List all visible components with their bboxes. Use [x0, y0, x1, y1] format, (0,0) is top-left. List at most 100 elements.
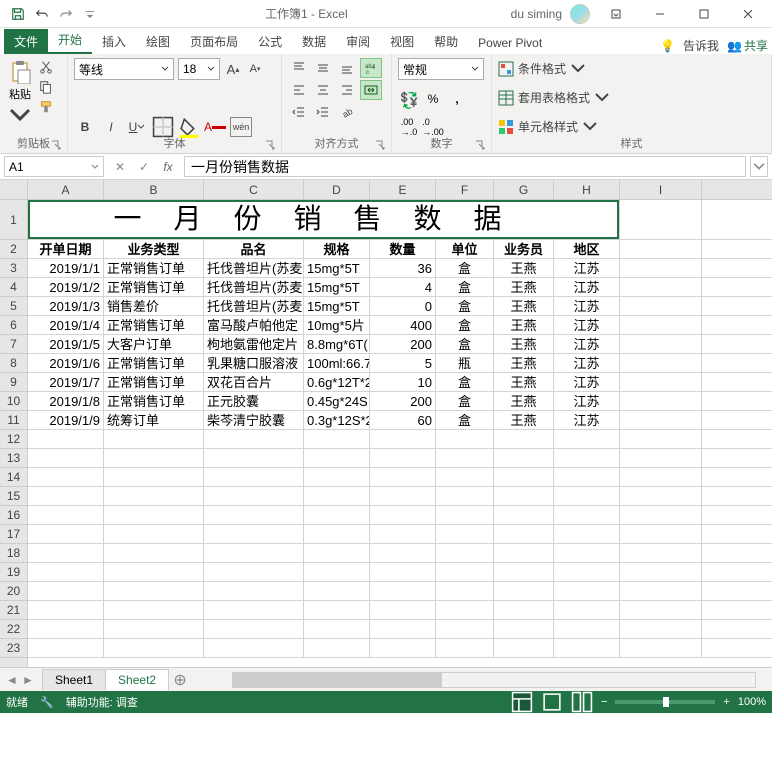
- data-cell[interactable]: 60: [370, 411, 436, 429]
- empty-cell[interactable]: [436, 449, 494, 467]
- format-as-table-button[interactable]: 套用表格格式: [498, 87, 765, 108]
- empty-cell[interactable]: [104, 620, 204, 638]
- empty-cell[interactable]: [204, 544, 304, 562]
- copy-button[interactable]: [36, 78, 56, 96]
- data-cell[interactable]: 盒: [436, 392, 494, 410]
- empty-cell[interactable]: [104, 468, 204, 486]
- data-cell[interactable]: 2019/1/4: [28, 316, 104, 334]
- page-layout-view-button[interactable]: [541, 693, 563, 711]
- tab-home[interactable]: 开始: [48, 27, 92, 54]
- row-header-20[interactable]: 20: [0, 582, 27, 601]
- empty-cell[interactable]: [370, 544, 436, 562]
- empty-cell[interactable]: [370, 639, 436, 657]
- data-cell[interactable]: 王燕: [494, 373, 554, 391]
- format-painter-button[interactable]: [36, 98, 56, 116]
- currency-button[interactable]: 💱: [398, 89, 420, 109]
- empty-cell[interactable]: [28, 582, 104, 600]
- horizontal-scrollbar[interactable]: [232, 672, 756, 688]
- data-cell[interactable]: 正常销售订单: [104, 373, 204, 391]
- empty-cell[interactable]: [104, 430, 204, 448]
- row-header-15[interactable]: 15: [0, 487, 27, 506]
- empty-cell[interactable]: [554, 639, 620, 657]
- tab-powerpivot[interactable]: Power Pivot: [468, 32, 552, 54]
- comma-button[interactable]: ,: [446, 89, 468, 109]
- data-cell[interactable]: 200: [370, 392, 436, 410]
- data-cell[interactable]: 2019/1/8: [28, 392, 104, 410]
- close-button[interactable]: [730, 2, 766, 26]
- data-cell[interactable]: 正常销售订单: [104, 354, 204, 372]
- empty-cell[interactable]: [104, 639, 204, 657]
- empty-cell[interactable]: [204, 449, 304, 467]
- font-launcher[interactable]: [265, 139, 277, 151]
- empty-cell[interactable]: [620, 525, 702, 543]
- clipboard-launcher[interactable]: [51, 139, 63, 151]
- row-header-18[interactable]: 18: [0, 544, 27, 563]
- data-cell[interactable]: 双花百合片: [204, 373, 304, 391]
- empty-cell[interactable]: [436, 620, 494, 638]
- row-header-11[interactable]: 11: [0, 411, 27, 430]
- row-header-6[interactable]: 6: [0, 316, 27, 335]
- col-header-H[interactable]: H: [554, 180, 620, 199]
- share-button[interactable]: 👥共享: [727, 37, 768, 54]
- empty-cell[interactable]: [304, 582, 370, 600]
- row-header-21[interactable]: 21: [0, 601, 27, 620]
- data-cell[interactable]: 15mg*5T: [304, 297, 370, 315]
- sheet-tab-2[interactable]: Sheet2: [105, 669, 169, 691]
- empty-cell[interactable]: [436, 487, 494, 505]
- data-cell[interactable]: 乳果糖口服溶液: [204, 354, 304, 372]
- spreadsheet-grid[interactable]: ABCDEFGHI 123456789101112131415161718192…: [0, 180, 772, 667]
- underline-button[interactable]: U: [126, 117, 148, 137]
- cut-button[interactable]: [36, 58, 56, 76]
- empty-cell[interactable]: [370, 506, 436, 524]
- empty-cell[interactable]: [104, 525, 204, 543]
- percent-button[interactable]: %: [422, 89, 444, 109]
- data-cell[interactable]: 2019/1/5: [28, 335, 104, 353]
- empty-cell[interactable]: [370, 525, 436, 543]
- empty-cell[interactable]: [104, 487, 204, 505]
- row-header-5[interactable]: 5: [0, 297, 27, 316]
- header-cell[interactable]: 数量: [370, 240, 436, 258]
- empty-cell[interactable]: [436, 544, 494, 562]
- data-cell[interactable]: 大客户订单: [104, 335, 204, 353]
- data-cell[interactable]: 2019/1/9: [28, 411, 104, 429]
- fx-button[interactable]: fx: [158, 160, 178, 174]
- data-cell[interactable]: 10: [370, 373, 436, 391]
- data-cell[interactable]: 15mg*5T: [304, 278, 370, 296]
- data-cell[interactable]: 富马酸卢帕他定: [204, 316, 304, 334]
- empty-cell[interactable]: [554, 544, 620, 562]
- empty-cell[interactable]: [370, 487, 436, 505]
- decrease-indent-button[interactable]: [288, 102, 310, 122]
- empty-cell[interactable]: [304, 506, 370, 524]
- empty-cell[interactable]: [620, 620, 702, 638]
- data-cell[interactable]: 统筹订单: [104, 411, 204, 429]
- align-top-button[interactable]: [288, 58, 310, 78]
- data-cell[interactable]: 2019/1/6: [28, 354, 104, 372]
- sheet-tab-1[interactable]: Sheet1: [42, 669, 106, 690]
- tab-file[interactable]: 文件: [4, 29, 48, 54]
- empty-cell[interactable]: [304, 449, 370, 467]
- row-header-7[interactable]: 7: [0, 335, 27, 354]
- empty-cell[interactable]: [370, 468, 436, 486]
- empty-cell[interactable]: [620, 430, 702, 448]
- empty-cell[interactable]: [620, 601, 702, 619]
- empty-cell[interactable]: [304, 544, 370, 562]
- empty-cell[interactable]: [436, 506, 494, 524]
- enter-formula-button[interactable]: ✓: [134, 160, 154, 174]
- empty-cell[interactable]: [204, 468, 304, 486]
- data-cell[interactable]: 托伐普坦片(苏麦: [204, 278, 304, 296]
- empty-cell[interactable]: [370, 563, 436, 581]
- empty-cell[interactable]: [554, 601, 620, 619]
- name-box[interactable]: A1: [4, 156, 104, 177]
- row-header-1[interactable]: 1: [0, 200, 27, 240]
- align-right-button[interactable]: [336, 80, 358, 100]
- empty-cell[interactable]: [436, 582, 494, 600]
- data-cell[interactable]: 江苏: [554, 297, 620, 315]
- empty-cell[interactable]: [554, 449, 620, 467]
- tell-me[interactable]: 告诉我: [683, 37, 719, 54]
- data-cell[interactable]: 盒: [436, 278, 494, 296]
- empty-cell[interactable]: [304, 487, 370, 505]
- data-cell[interactable]: 江苏: [554, 259, 620, 277]
- data-cell[interactable]: 盒: [436, 297, 494, 315]
- empty-cell[interactable]: [554, 468, 620, 486]
- empty-cell[interactable]: [28, 601, 104, 619]
